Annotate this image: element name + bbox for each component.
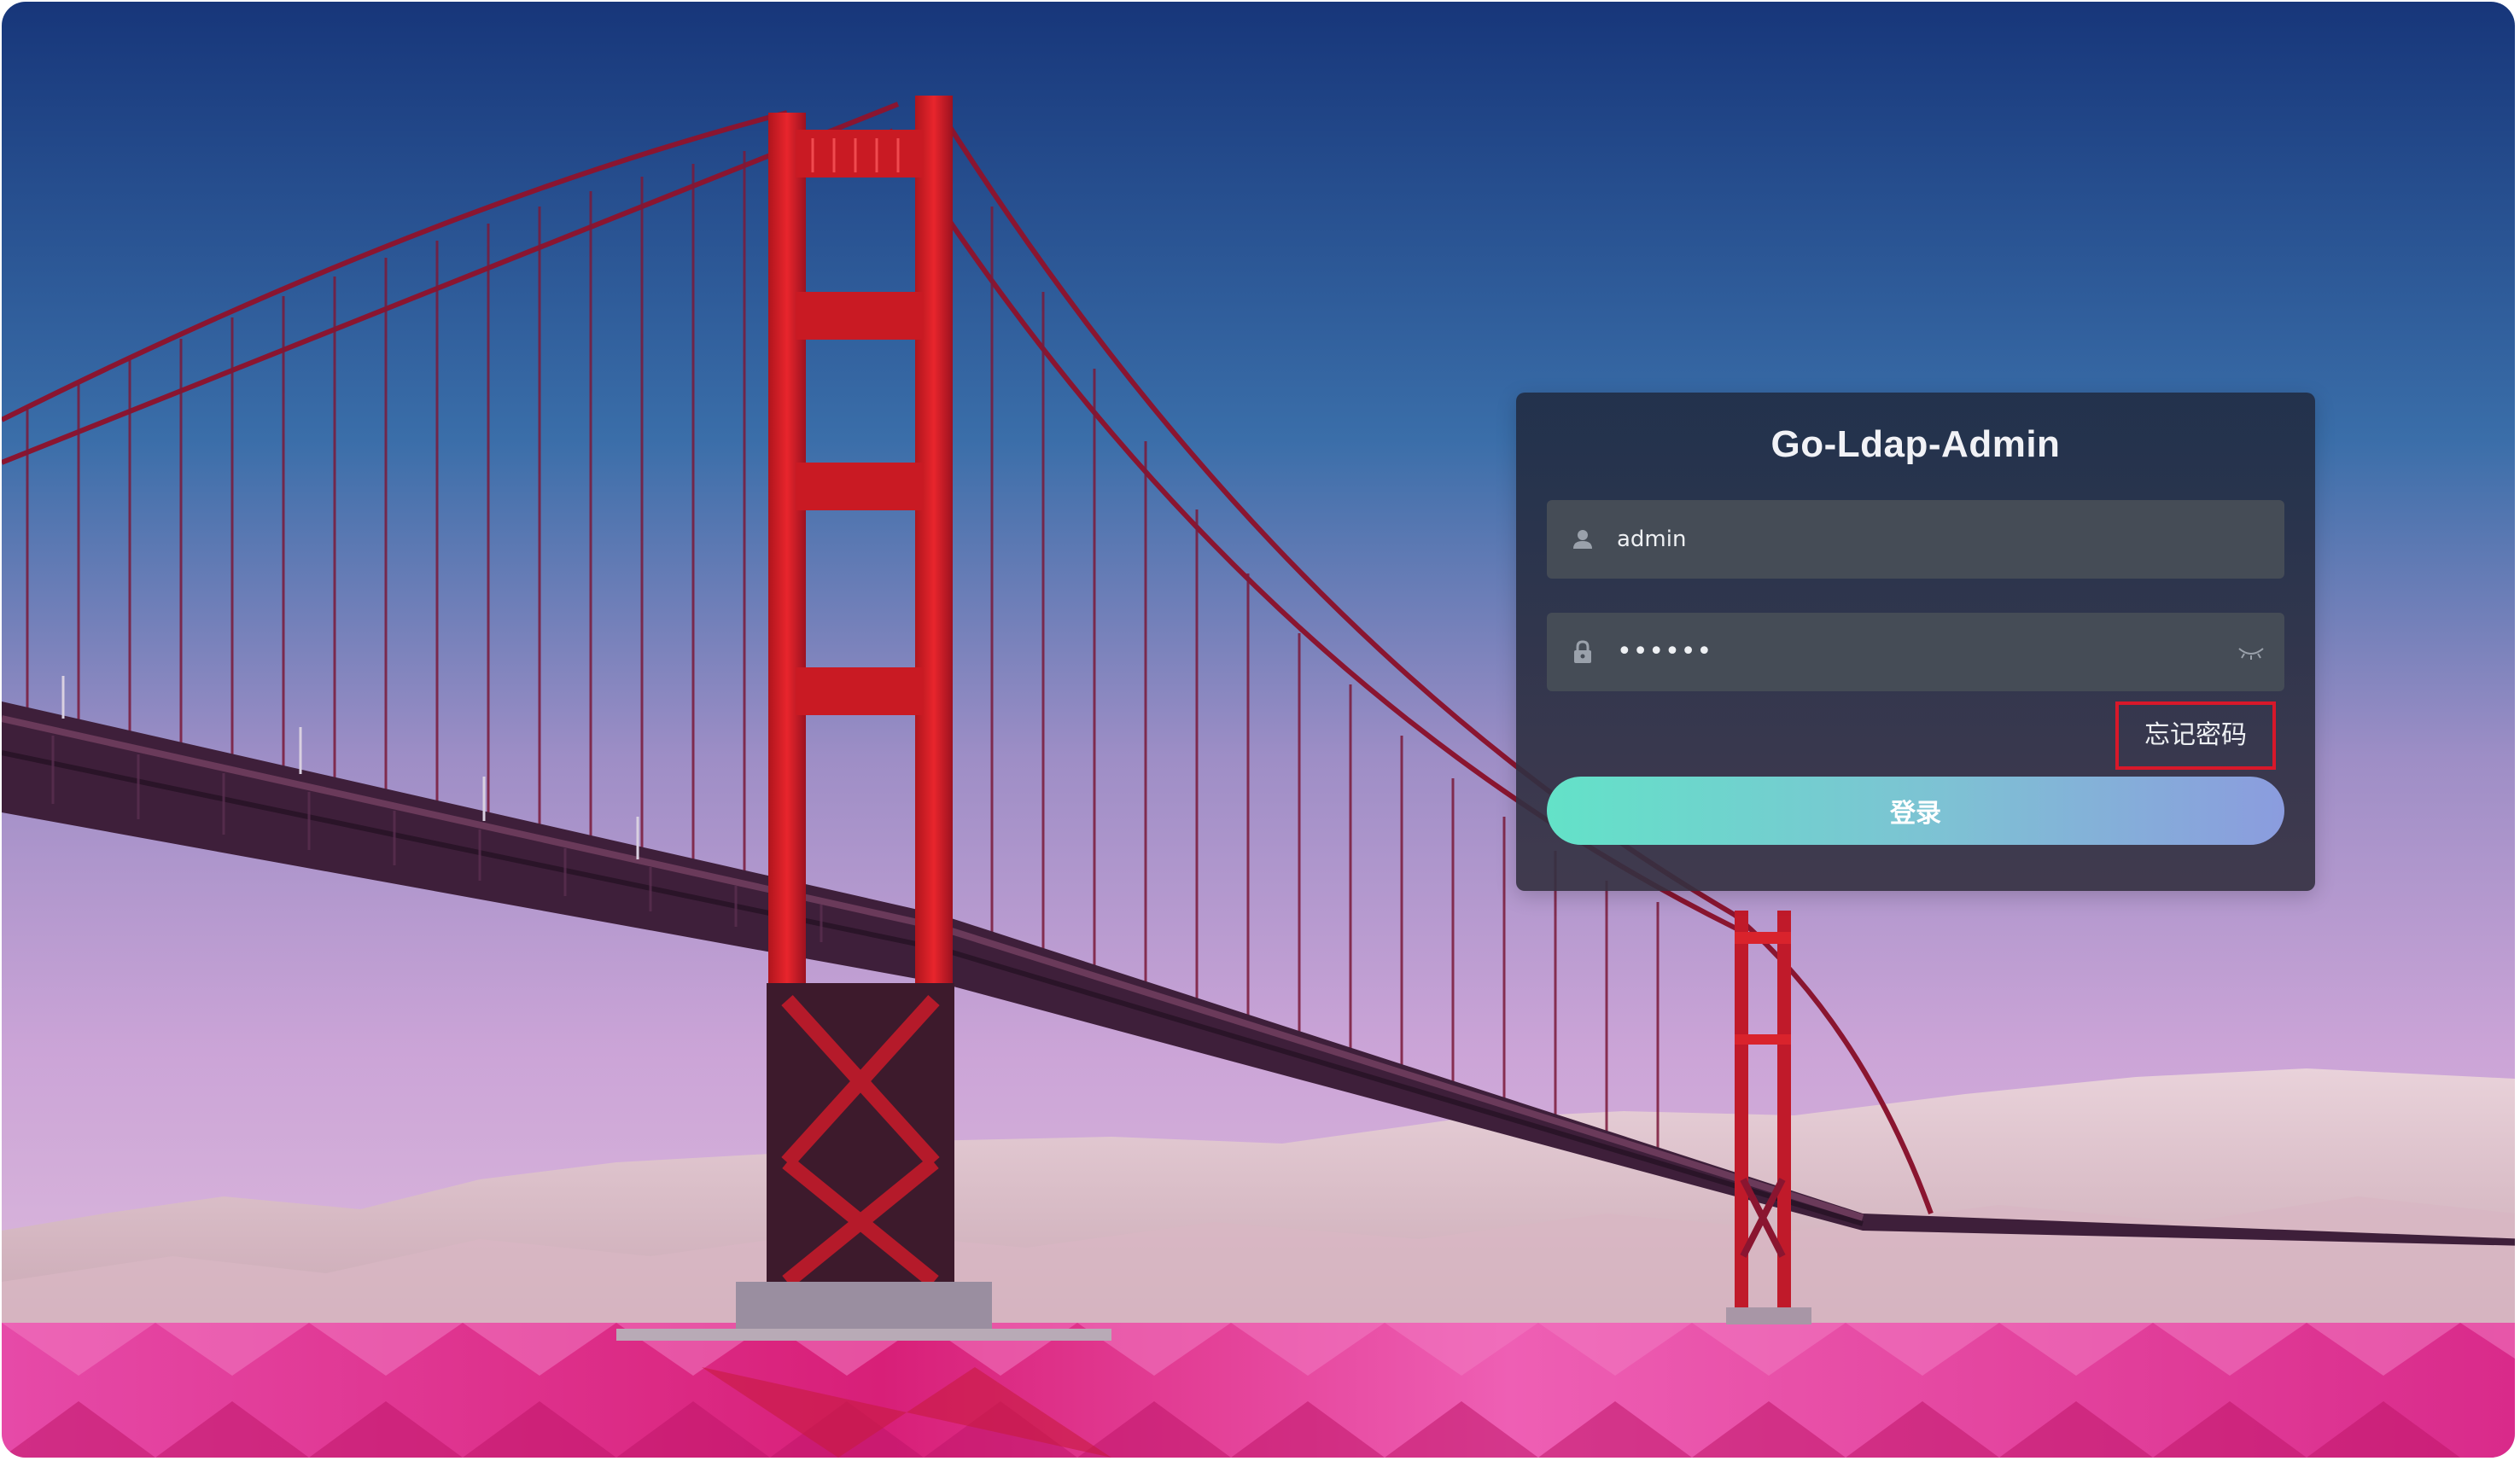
password-field[interactable]: ••••••	[1547, 613, 2284, 691]
app-title: Go-Ldap-Admin	[1770, 423, 2061, 465]
user-icon	[1573, 530, 1592, 549]
lock-icon	[1574, 640, 1591, 663]
forgot-password-link[interactable]: 忘记密码	[2115, 701, 2276, 770]
eye-closed-icon[interactable]	[2237, 642, 2266, 662]
password-value: ••••••	[1617, 637, 1713, 666]
login-screen: Go-Ldap-Admin admin •••••• 忘记密码 登录	[2, 2, 2515, 1458]
login-card: Go-Ldap-Admin admin •••••• 忘记密码 登录	[1516, 393, 2315, 891]
username-value: admin	[1617, 527, 1687, 552]
login-button[interactable]: 登录	[1547, 777, 2284, 845]
username-field[interactable]: admin	[1547, 500, 2284, 579]
